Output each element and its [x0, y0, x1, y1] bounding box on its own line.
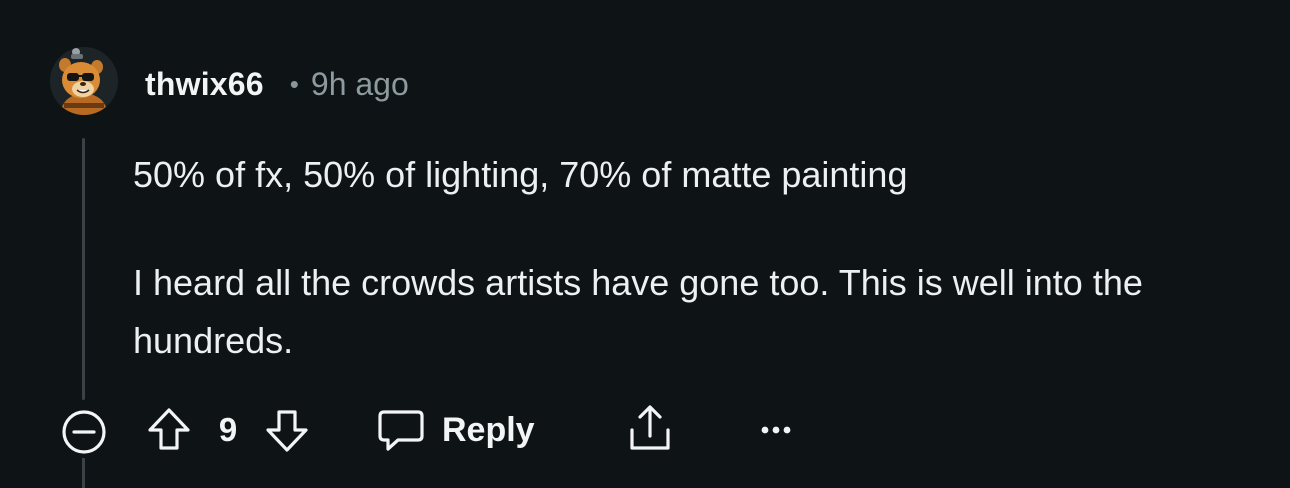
vote-count: 9 — [218, 411, 238, 448]
share-icon — [630, 405, 670, 450]
speech-bubble-icon — [378, 410, 424, 451]
comment-paragraph: 50% of fx, 50% of lighting, 70% of matte… — [133, 154, 908, 195]
minus-circle-icon — [62, 410, 106, 454]
thread-line[interactable] — [82, 138, 85, 400]
upvote-button[interactable] — [144, 404, 194, 456]
vote-score: 9 — [208, 406, 248, 454]
share-button[interactable] — [624, 400, 676, 456]
username-link[interactable]: thwix66 — [145, 66, 264, 103]
comment-body: 50% of fx, 50% of lighting, 70% of matte… — [133, 146, 1253, 370]
thread-line-continuation — [82, 458, 85, 488]
comment-paragraph: I heard all the crowds artists have gone… — [133, 262, 1143, 361]
downvote-button[interactable] — [262, 404, 312, 456]
comment-header: thwix66 • 9h ago — [145, 62, 409, 106]
avatar[interactable] — [50, 47, 118, 115]
timestamp: 9h ago — [310, 65, 409, 102]
separator-dot: • — [289, 68, 299, 99]
more-icon — [761, 426, 791, 434]
arrow-down-icon — [266, 410, 308, 452]
arrow-up-icon — [148, 408, 190, 450]
avatar-image — [50, 47, 118, 115]
comment-actions: 9 Reply — [58, 400, 818, 456]
more-options-button[interactable] — [752, 406, 800, 454]
collapse-button[interactable] — [58, 406, 110, 458]
reply-button[interactable]: Reply — [376, 404, 556, 456]
reply-label: Reply — [442, 410, 535, 449]
